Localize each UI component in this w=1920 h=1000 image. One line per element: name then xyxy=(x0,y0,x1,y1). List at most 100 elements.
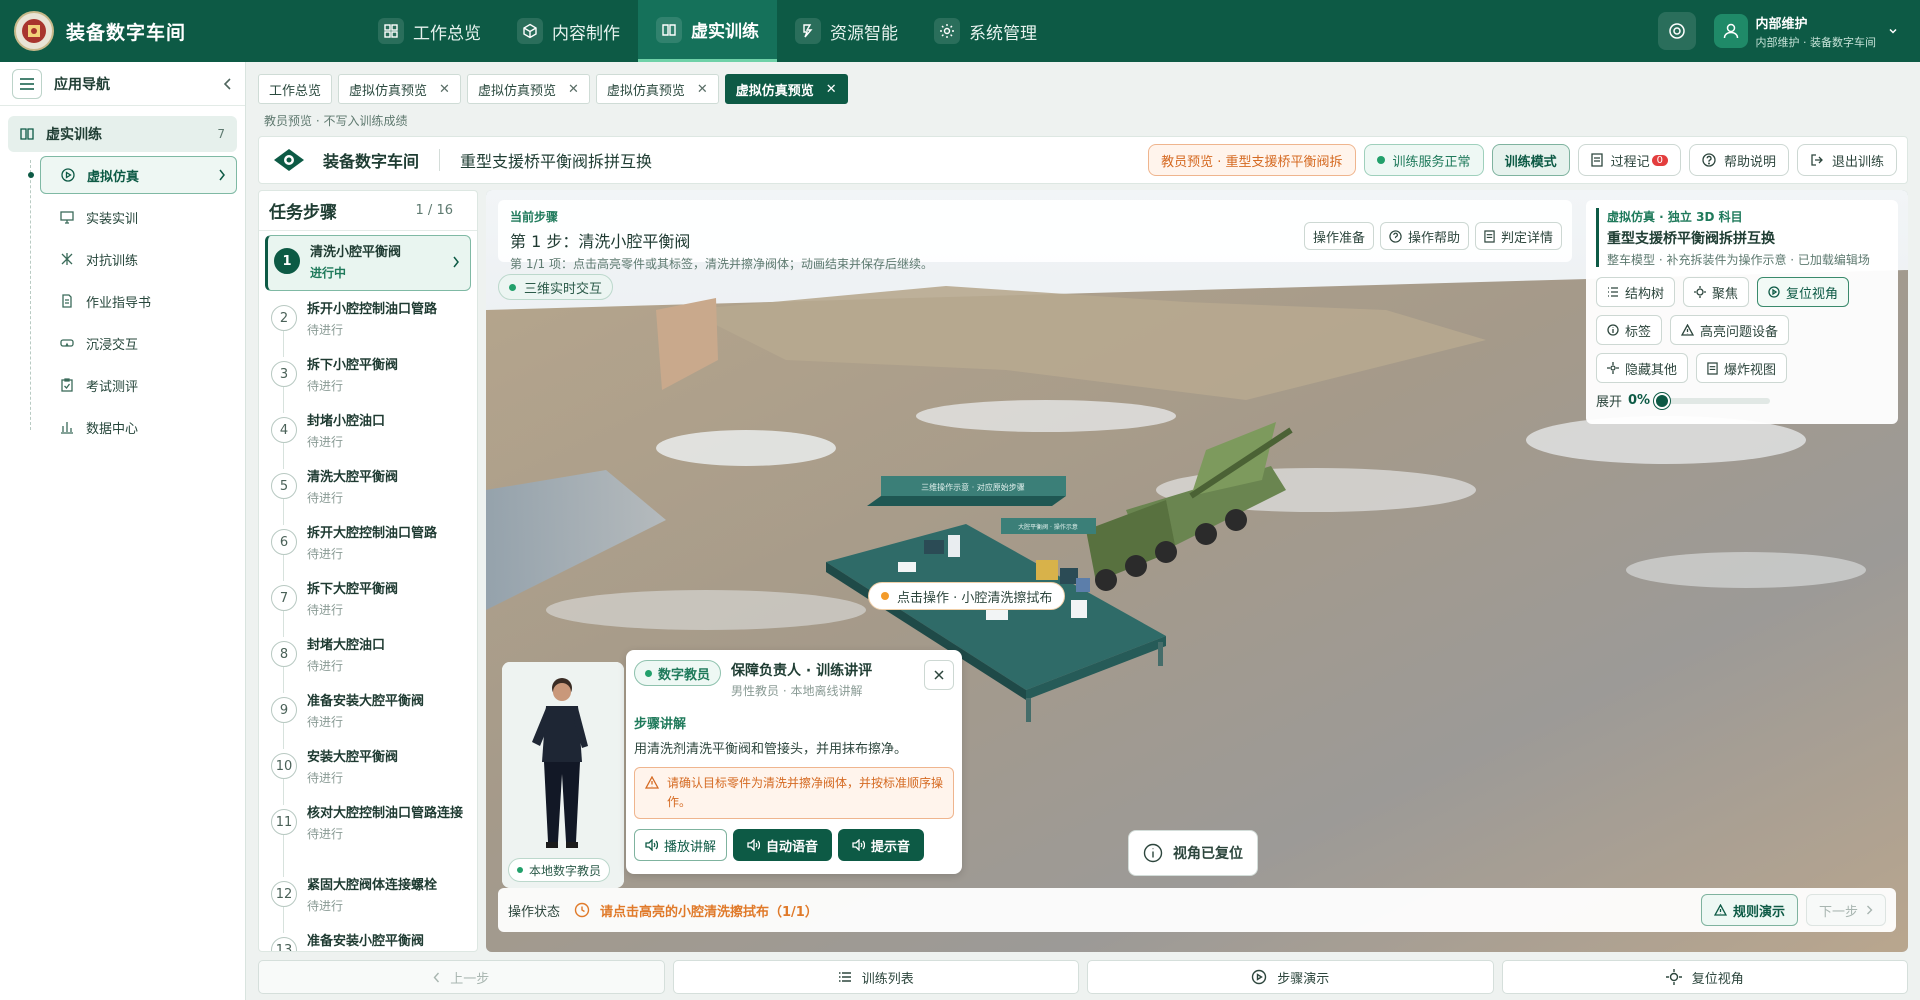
tab-preview-3[interactable]: 虚拟仿真预览 ✕ xyxy=(595,74,719,104)
step-name: 清洗小腔平衡阀 xyxy=(310,245,402,260)
structure-tree-button[interactable]: 结构树 xyxy=(1596,277,1676,307)
step-item-8[interactable]: 8 封堵大腔油口 待进行 xyxy=(259,629,477,693)
step-item-10[interactable]: 10 安装大腔平衡阀 待进行 xyxy=(259,741,477,805)
warning-icon xyxy=(645,776,659,812)
step-item-7[interactable]: 7 拆下大腔平衡阀 待进行 xyxy=(259,573,477,637)
topnav-content[interactable]: 内容制作 xyxy=(499,0,638,62)
collapse-sidebar-button[interactable] xyxy=(223,77,233,90)
top-bar: 装备数字车间 工作总览 内容制作 虚实训练 资源智能 系统管理 内部维护 内部维… xyxy=(0,0,1920,62)
step-number: 9 xyxy=(271,697,297,723)
divider xyxy=(439,149,441,171)
judge-detail-button[interactable]: 判定详情 xyxy=(1474,222,1562,250)
prev-step-button[interactable]: 上一步 xyxy=(258,960,665,994)
sidebar-item-immersive[interactable]: 沉浸交互 xyxy=(40,322,245,364)
topnav-system[interactable]: 系统管理 xyxy=(916,0,1055,62)
brand-logo-icon xyxy=(269,146,309,174)
exit-training-button[interactable]: 退出训练 xyxy=(1796,144,1897,176)
3d-viewport[interactable]: 三维操作示意 · 对应原始步骤 大腔平衡阀 · 操作示意 当前步骤 第 1 步：… xyxy=(486,190,1908,952)
auto-voice-button[interactable]: 自动语音 xyxy=(733,829,833,861)
reset-view-button[interactable]: 复位视角 xyxy=(1501,960,1908,994)
menu-toggle-button[interactable] xyxy=(12,68,42,99)
user-menu[interactable]: 内部维护 内部维护 · 装备数字车间 xyxy=(1713,13,1899,50)
step-demo-label: 步骤演示 xyxy=(1277,971,1330,987)
sidebar-item-exam[interactable]: 考试测评 xyxy=(40,364,245,406)
sidebar-group-training[interactable]: 虚实训练 7 xyxy=(8,116,237,152)
tab-preview-4[interactable]: 虚拟仿真预览 ✕ xyxy=(724,74,848,104)
step-item-3[interactable]: 3 拆下小腔平衡阀 待进行 xyxy=(259,349,477,413)
app-logo[interactable]: 装备数字车间 xyxy=(0,11,360,51)
play-explain-button[interactable]: 播放讲解 xyxy=(634,829,728,861)
hide-others-button[interactable]: 隐藏其他 xyxy=(1596,353,1689,383)
tool-label: 爆炸视图 xyxy=(1724,362,1777,378)
process-record-button[interactable]: 过程记 0 xyxy=(1577,144,1681,176)
step-status: 待进行 xyxy=(307,491,344,505)
chevron-right-icon xyxy=(218,169,226,181)
highlight-issue-button[interactable]: 高亮问题设备 xyxy=(1670,315,1790,345)
step-item-11[interactable]: 11 核对大腔控制油口管路连接 待进行 xyxy=(259,797,477,877)
next-step-button[interactable]: 下一步 xyxy=(1805,894,1886,926)
tab-preview-2[interactable]: 虚拟仿真预览 ✕ xyxy=(466,74,590,104)
scene-actions: 教员预览 · 重型支援桥平衡阀拆 训练服务正常 训练模式 过程记 0 帮助说明 … xyxy=(1140,144,1897,176)
hint-tone-button[interactable]: 提示音 xyxy=(838,829,925,861)
target-icon xyxy=(1607,362,1619,374)
chevron-down-icon xyxy=(1888,26,1898,36)
tab-preview-1[interactable]: 虚拟仿真预览 ✕ xyxy=(338,74,461,104)
play-circle-icon xyxy=(1768,286,1780,298)
topnav-training[interactable]: 虚实训练 xyxy=(638,0,777,62)
slider-knob[interactable] xyxy=(1654,392,1671,409)
training-mode-pill[interactable]: 训练模式 xyxy=(1491,144,1570,176)
operation-help-button[interactable]: 操作帮助 xyxy=(1379,222,1469,250)
close-dialog-button[interactable] xyxy=(924,660,954,690)
speaker-icon xyxy=(747,839,761,851)
sidebar-item-real-training[interactable]: 实装实训 xyxy=(40,196,245,238)
training-list-button[interactable]: 训练列表 xyxy=(672,960,1079,994)
topnav-resource[interactable]: 资源智能 xyxy=(777,0,916,62)
step-item-2[interactable]: 2 拆开小腔控制油口管路 待进行 xyxy=(259,293,477,357)
sidebar-item-guide[interactable]: 作业指导书 xyxy=(40,280,245,322)
tab-label: 虚拟仿真预览 xyxy=(735,83,814,99)
step-status: 待进行 xyxy=(307,771,344,785)
operation-hotspot[interactable]: 点击操作 · 小腔清洗擦拭布 xyxy=(868,582,1066,610)
step-item-12[interactable]: 12 紧固大腔阀体连接螺栓 待进行 xyxy=(259,869,477,933)
sidebar-header: 应用导航 xyxy=(0,62,245,106)
step-item-1[interactable]: 1 清洗小腔平衡阀 进行中 xyxy=(265,235,471,291)
sidebar-item-data[interactable]: 数据中心 xyxy=(40,406,245,448)
sidebar-item-virtual-sim[interactable]: 虚拟仿真 xyxy=(28,156,237,194)
close-icon[interactable]: ✕ xyxy=(826,82,837,97)
close-icon[interactable]: ✕ xyxy=(439,82,450,97)
cube-icon xyxy=(517,18,543,44)
close-icon[interactable]: ✕ xyxy=(568,82,579,97)
steps-header: 任务步骤 1 / 16 xyxy=(259,191,477,231)
step-demo-button[interactable]: 步骤演示 xyxy=(1087,960,1494,994)
help-button[interactable]: 帮助说明 xyxy=(1688,144,1789,176)
sidebar-tree: 虚拟仿真 实装实训 对抗训练 作业指导书 沉浸交互 考试测评 数据中心 xyxy=(28,156,245,448)
close-icon[interactable]: ✕ xyxy=(697,82,708,97)
expand-slider[interactable] xyxy=(1654,392,1771,409)
tab-overview[interactable]: 工作总览 xyxy=(258,74,333,104)
step-status: 待进行 xyxy=(307,323,344,337)
step-item-13[interactable]: 13 准备安装小腔平衡阀 xyxy=(259,925,477,951)
reset-view-tool-button[interactable]: 复位视角 xyxy=(1757,277,1850,307)
label-toggle-button[interactable]: 标签 xyxy=(1596,315,1663,345)
step-item-9[interactable]: 9 准备安装大腔平衡阀 待进行 xyxy=(259,685,477,749)
topnav-label: 内容制作 xyxy=(552,23,620,44)
digital-instructor-card[interactable]: 本地数字教员 xyxy=(502,662,624,888)
explode-view-button[interactable]: 爆炸视图 xyxy=(1696,353,1788,383)
chevron-right-icon xyxy=(1866,905,1873,915)
settings-button[interactable] xyxy=(1657,12,1696,50)
instructor-dialog: 数字教员 保障负责人 · 训练讲评 男性教员 · 本地离线讲解 步骤讲解 用清洗… xyxy=(626,650,962,874)
step-item-5[interactable]: 5 清洗大腔平衡阀 待进行 xyxy=(259,461,477,525)
step-name: 紧固大腔阀体连接螺栓 xyxy=(307,878,438,893)
task-steps-panel: 任务步骤 1 / 16 1 清洗小腔平衡阀 进行中 2 拆开小腔控制油口管路 待进行 … xyxy=(258,190,478,952)
sidebar: 应用导航 虚实训练 7 虚拟仿真 实装实训 对抗训练 作业指导书 沉浸交互 考试… xyxy=(0,62,246,1000)
operation-prepare-button[interactable]: 操作准备 xyxy=(1303,222,1374,250)
step-name: 拆开小腔控制油口管路 xyxy=(307,302,438,317)
active-dot xyxy=(28,172,34,178)
step-item-4[interactable]: 4 封堵小腔油口 待进行 xyxy=(259,405,477,469)
topnav-overview[interactable]: 工作总览 xyxy=(360,0,499,62)
rule-demo-button[interactable]: 规则演示 xyxy=(1700,894,1798,926)
instructor-badge-label: 本地数字教员 xyxy=(529,863,602,878)
sidebar-item-combat[interactable]: 对抗训练 xyxy=(40,238,245,280)
focus-button[interactable]: 聚焦 xyxy=(1683,277,1750,307)
step-item-6[interactable]: 6 拆开大腔控制油口管路 待进行 xyxy=(259,517,477,581)
